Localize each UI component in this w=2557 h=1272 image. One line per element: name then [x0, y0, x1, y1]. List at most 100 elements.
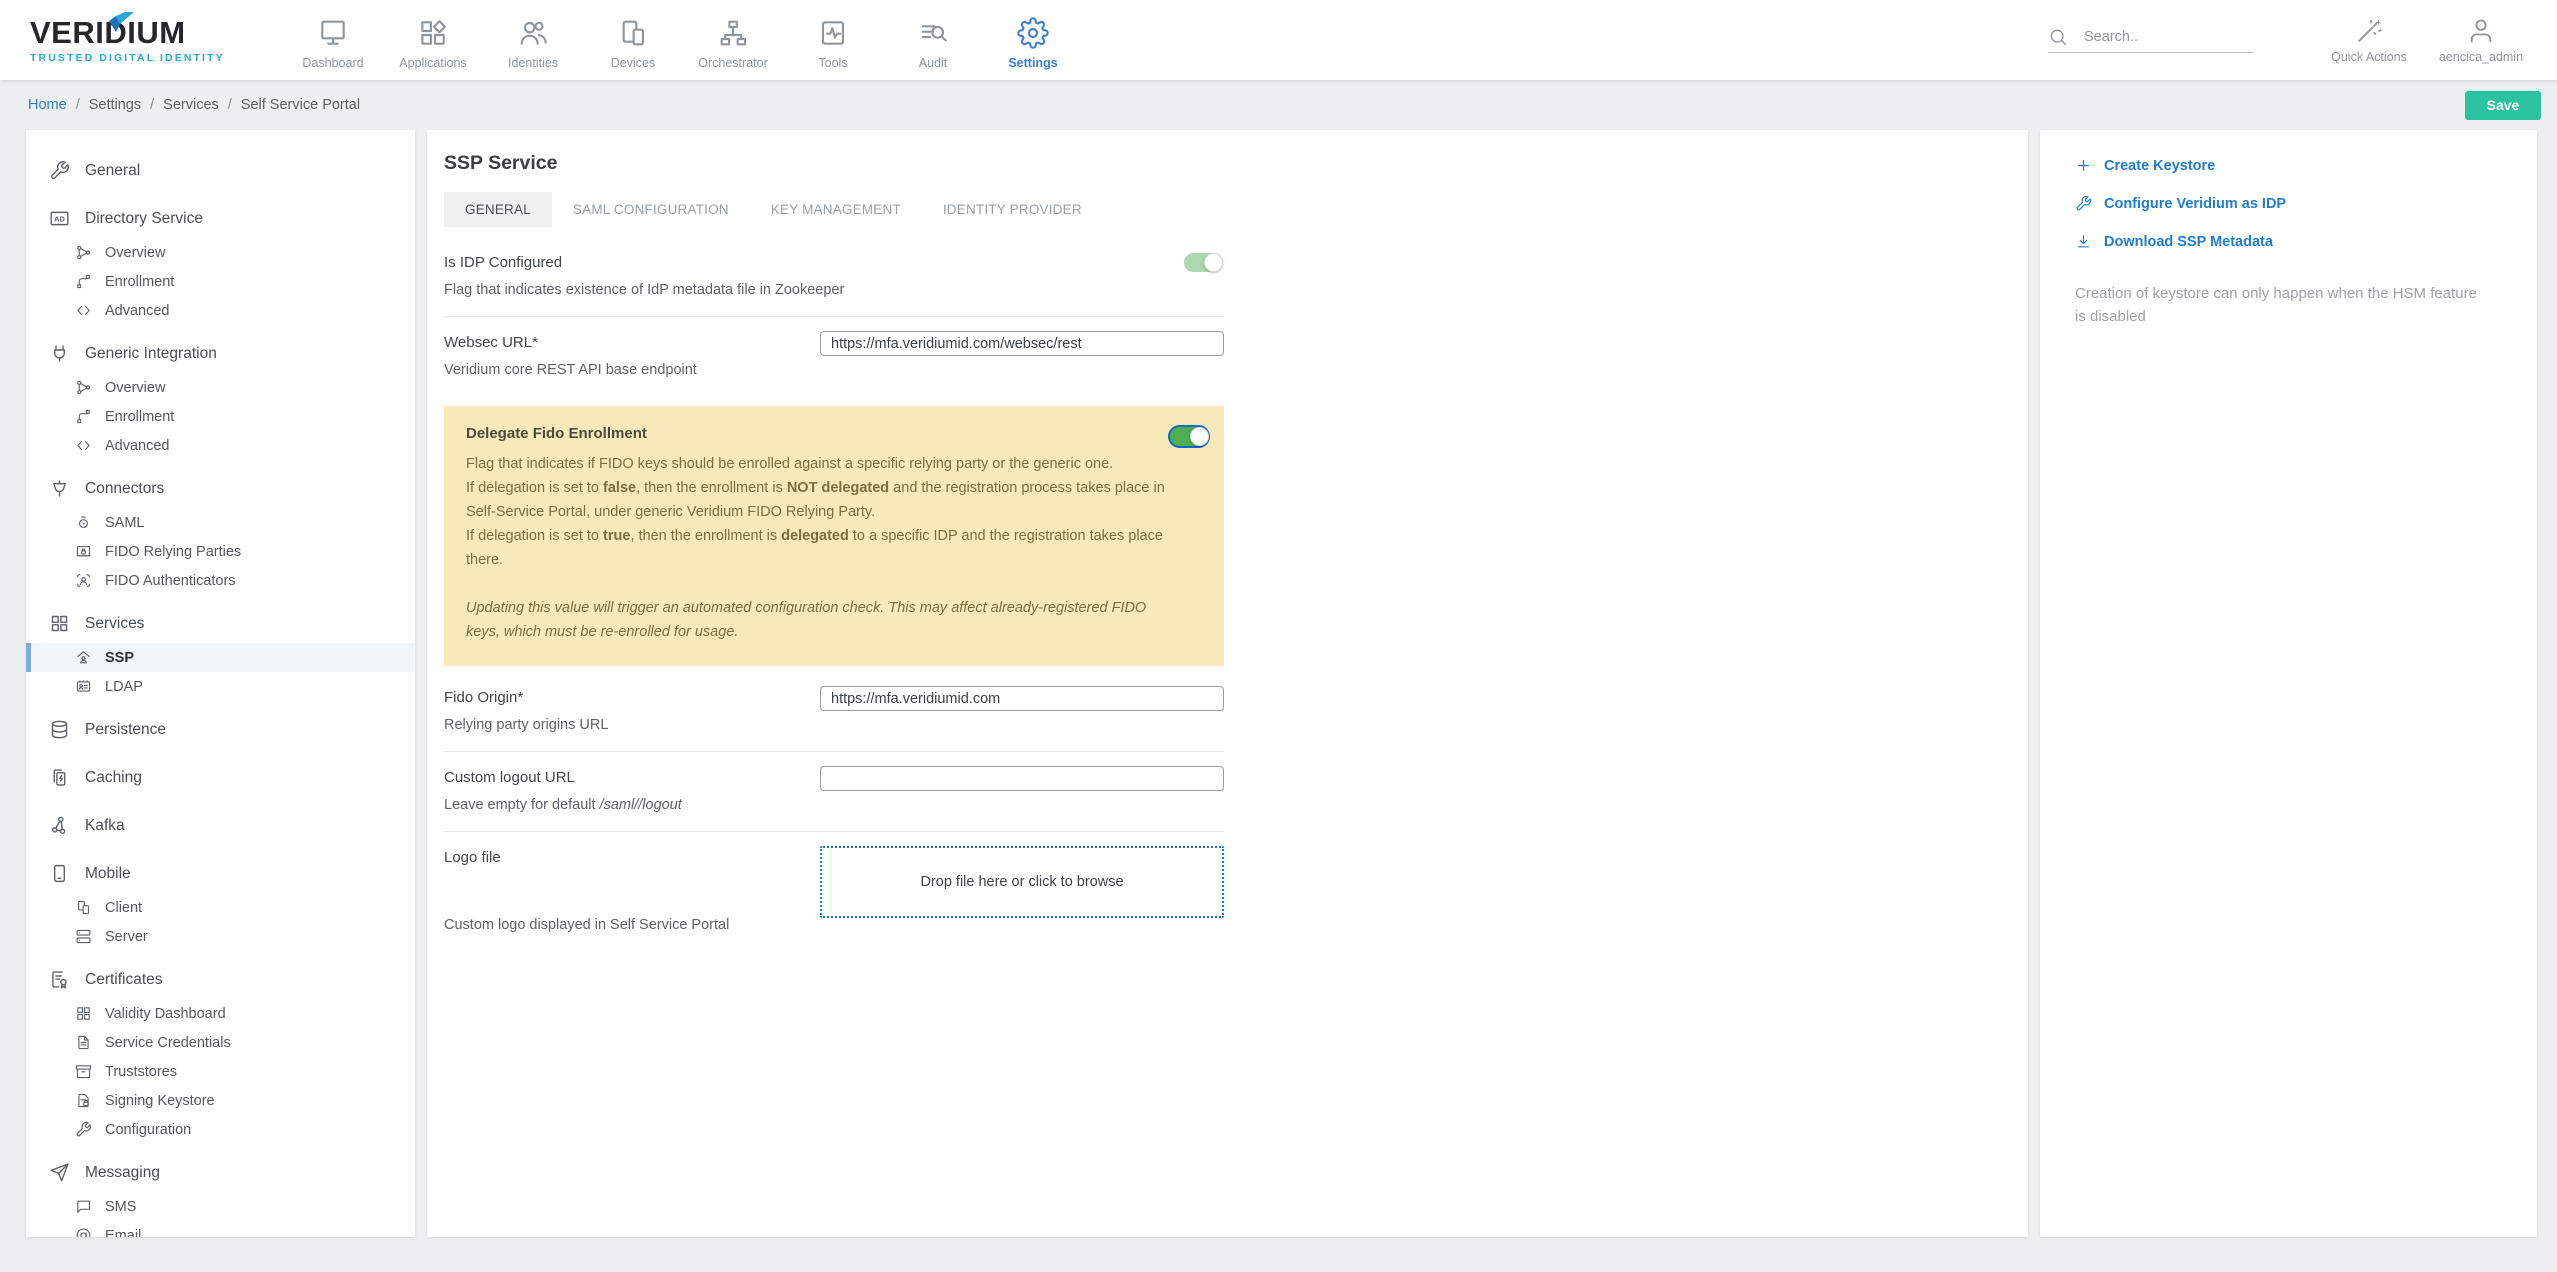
sidebar-item-ssp[interactable]: SSP — [26, 643, 415, 672]
user-icon — [2467, 17, 2495, 45]
database-icon — [49, 719, 70, 740]
quick-actions-label: Quick Actions — [2331, 49, 2407, 64]
breadcrumb-item-settings[interactable]: Settings — [89, 97, 141, 113]
nav-label: Orchestrator — [698, 55, 768, 70]
nav-settings[interactable]: Settings — [983, 11, 1083, 70]
nav-devices[interactable]: Devices — [583, 11, 683, 70]
download-ssp-metadata-link[interactable]: Download SSP Metadata — [2075, 233, 2507, 250]
nav-orchestrator[interactable]: Orchestrator — [683, 11, 783, 70]
network-icon — [75, 379, 92, 396]
toggle-knob — [1190, 427, 1209, 446]
user-menu[interactable]: aencica_admin — [2425, 17, 2537, 64]
svg-text:AD: AD — [54, 215, 65, 224]
quick-actions-button[interactable]: Quick Actions — [2313, 17, 2425, 64]
is-idp-configured-toggle[interactable] — [1184, 253, 1223, 272]
sidebar-item-enrollment[interactable]: Enrollment — [26, 402, 415, 431]
create-keystore-link[interactable]: Create Keystore — [2075, 157, 2507, 174]
sidebar-item-overview[interactable]: Overview — [26, 373, 415, 402]
save-button[interactable]: Save — [2465, 90, 2541, 120]
wrench-icon — [75, 1121, 92, 1138]
sidebar-item-messaging[interactable]: Messaging — [26, 1153, 415, 1192]
sidebar-item-client[interactable]: Client — [26, 893, 415, 922]
sidebar-item-label: Signing Keystore — [105, 1092, 215, 1109]
breadcrumb-separator: / — [150, 97, 155, 113]
sidebar-item-advanced[interactable]: Advanced — [26, 431, 415, 460]
breadcrumb-item-home[interactable]: Home — [28, 97, 67, 113]
sidebar-item-sms[interactable]: SMS — [26, 1192, 415, 1221]
sidebar-item-ldap[interactable]: LDAP — [26, 672, 415, 701]
sidebar-item-validity-dashboard[interactable]: Validity Dashboard — [26, 999, 415, 1028]
sidebar-item-certificates[interactable]: Certificates — [26, 960, 415, 999]
sidebar-item-enrollment[interactable]: Enrollment — [26, 267, 415, 296]
main-nav: Dashboard Applications Identities Devices Or… — [283, 11, 1083, 70]
sidebar-item-server[interactable]: Server — [26, 922, 415, 951]
tab-general[interactable]: GENERAL — [444, 192, 552, 227]
nav-audit[interactable]: Audit — [883, 11, 983, 70]
sidebar-item-label: Overview — [105, 244, 166, 261]
sidebar-item-advanced[interactable]: Advanced — [26, 296, 415, 325]
sidebar-item-services[interactable]: Services — [26, 604, 415, 643]
sidebar-item-label: Server — [105, 928, 148, 945]
search-input[interactable] — [2084, 29, 2244, 45]
tab-key-management[interactable]: KEY MANAGEMENT — [750, 192, 922, 227]
search-box — [2048, 27, 2253, 53]
breadcrumb-item-services[interactable]: Services — [163, 97, 219, 113]
sidebar-item-mobile[interactable]: Mobile — [26, 854, 415, 893]
sidebar-item-general[interactable]: General — [26, 151, 415, 190]
brand-tagline: TRUSTED DIGITAL IDENTITY — [30, 51, 225, 64]
sidebar-item-service-credentials[interactable]: Service Credentials — [26, 1028, 415, 1057]
magic-wand-icon — [2355, 17, 2383, 45]
sidebar-item-label: Caching — [85, 768, 142, 786]
nav-tools[interactable]: Tools — [783, 11, 883, 70]
wrench-icon — [49, 160, 70, 181]
link-label: Download SSP Metadata — [2104, 233, 2273, 250]
websec-url-input[interactable] — [820, 331, 1224, 356]
nav-dashboard[interactable]: Dashboard — [283, 11, 383, 70]
toggle-knob — [1204, 253, 1223, 272]
logo-checkmark-icon — [109, 12, 134, 32]
sidebar-item-generic-integration[interactable]: Generic Integration — [26, 334, 415, 373]
sidebar-item-kafka[interactable]: Kafka — [26, 806, 415, 845]
sidebar-item-label: General — [85, 161, 141, 179]
custom-logout-url-input[interactable] — [820, 766, 1224, 791]
configure-veridium-as-idp-link[interactable]: Configure Veridium as IDP — [2075, 195, 2507, 212]
applications-icon — [417, 17, 449, 49]
delegate-fido-enrollment-toggle[interactable] — [1170, 427, 1209, 446]
nav-identities[interactable]: Identities — [483, 11, 583, 70]
sidebar-item-email[interactable]: Email — [26, 1221, 415, 1237]
breadcrumb-separator: / — [227, 97, 232, 113]
search-icon — [2048, 27, 2068, 47]
devices-icon — [617, 17, 649, 49]
nav-applications[interactable]: Applications — [383, 11, 483, 70]
route-icon — [75, 408, 92, 425]
sidebar-item-label: Advanced — [105, 302, 170, 319]
sidebar-item-label: Configuration — [105, 1121, 192, 1138]
sidebar-item-fido-relying-parties[interactable]: FIDO Relying Parties — [26, 537, 415, 566]
sidebar-item-saml[interactable]: SAML — [26, 508, 415, 537]
sidebar-item-signing-keystore[interactable]: Signing Keystore — [26, 1086, 415, 1115]
field-control — [820, 331, 1224, 356]
fido-origin-input[interactable] — [820, 686, 1224, 711]
sidebar-item-truststores[interactable]: Truststores — [26, 1057, 415, 1086]
sidebar-item-connectors[interactable]: Connectors — [26, 469, 415, 508]
smartphone-icon — [49, 863, 70, 884]
sidebar-item-fido-authenticators[interactable]: FIDO Authenticators — [26, 566, 415, 595]
dashboard-icon — [317, 17, 349, 49]
tab-saml-configuration[interactable]: SAML CONFIGURATION — [552, 192, 750, 227]
route-icon — [75, 273, 92, 290]
sidebar-item-caching[interactable]: Caching — [26, 758, 415, 797]
field-control — [820, 766, 1224, 791]
sidebar-item-label: Service Credentials — [105, 1034, 231, 1051]
veridium-logo: VERIDIUM TRUSTED DIGITAL IDENTITY — [30, 12, 245, 64]
logo-file-dropzone[interactable]: Drop file here or click to browse — [820, 846, 1224, 918]
sidebar-item-configuration[interactable]: Configuration — [26, 1115, 415, 1144]
orchestrator-icon — [717, 17, 749, 49]
sidebar-item-label: Connectors — [85, 479, 165, 497]
user-name-label: aencica_admin — [2438, 49, 2524, 64]
sidebar-item-label: LDAP — [105, 678, 143, 695]
tab-identity-provider[interactable]: IDENTITY PROVIDER — [922, 192, 1103, 227]
sidebar-item-persistence[interactable]: Persistence — [26, 710, 415, 749]
form-row-websec-url: Websec URL* Veridium core REST API base e… — [444, 317, 1224, 396]
sidebar-item-directory-service[interactable]: AD Directory Service — [26, 199, 415, 238]
sidebar-item-overview[interactable]: Overview — [26, 238, 415, 267]
